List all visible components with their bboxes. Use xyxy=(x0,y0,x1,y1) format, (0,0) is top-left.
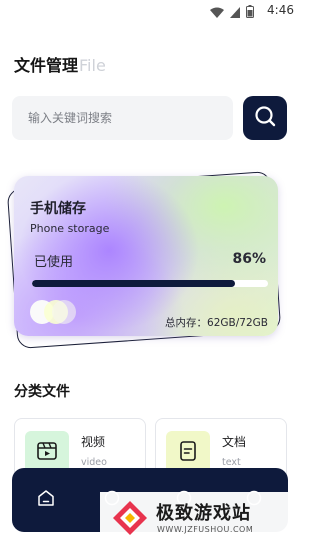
storage-card-title: 手机储存 xyxy=(30,201,86,217)
page-title-cn: 文件管理 xyxy=(14,56,79,75)
watermark: 极致游戏站 WWW.JZFUSHOU.COM xyxy=(100,492,300,543)
page-title: 文件管理 File xyxy=(14,52,106,76)
decoration-dot xyxy=(52,300,76,324)
category-label: 文档 xyxy=(222,435,247,449)
total-storage-label: 总内存：62GB/72GB xyxy=(165,317,268,329)
used-percent: 86% xyxy=(232,251,266,267)
storage-card-subtitle: Phone storage xyxy=(30,222,110,235)
watermark-url: WWW.JZFUSHOU.COM xyxy=(157,525,254,534)
category-sublabel: video xyxy=(81,457,107,468)
used-label: 已使用 xyxy=(34,255,74,270)
category-label: 视频 xyxy=(81,435,106,449)
wifi-icon xyxy=(210,3,224,22)
category-sublabel: text xyxy=(222,457,241,468)
search-box xyxy=(12,96,233,140)
watermark-text: 极致游戏站 xyxy=(156,503,251,524)
watermark-logo-icon xyxy=(110,498,150,538)
search-icon xyxy=(254,105,276,131)
search-button[interactable] xyxy=(243,96,287,140)
category-section-title: 分类文件 xyxy=(14,384,70,400)
battery-icon xyxy=(246,3,254,22)
home-icon xyxy=(36,488,56,512)
status-bar: 4:46 xyxy=(0,0,300,22)
storage-card[interactable]: 手机储存 Phone storage 已使用 86% 总内存：62GB/72GB xyxy=(14,176,278,336)
cellular-signal-icon xyxy=(230,3,240,22)
nav-home[interactable] xyxy=(34,488,58,512)
video-icon xyxy=(37,442,57,464)
search-input[interactable] xyxy=(12,96,233,140)
status-icons xyxy=(210,3,254,22)
status-time: 4:46 xyxy=(267,3,294,17)
page-title-en: File xyxy=(79,56,106,75)
document-icon xyxy=(180,441,196,465)
card-decoration-dots xyxy=(30,300,80,324)
storage-progress-fill xyxy=(32,280,235,287)
storage-progress-bar xyxy=(32,280,268,287)
